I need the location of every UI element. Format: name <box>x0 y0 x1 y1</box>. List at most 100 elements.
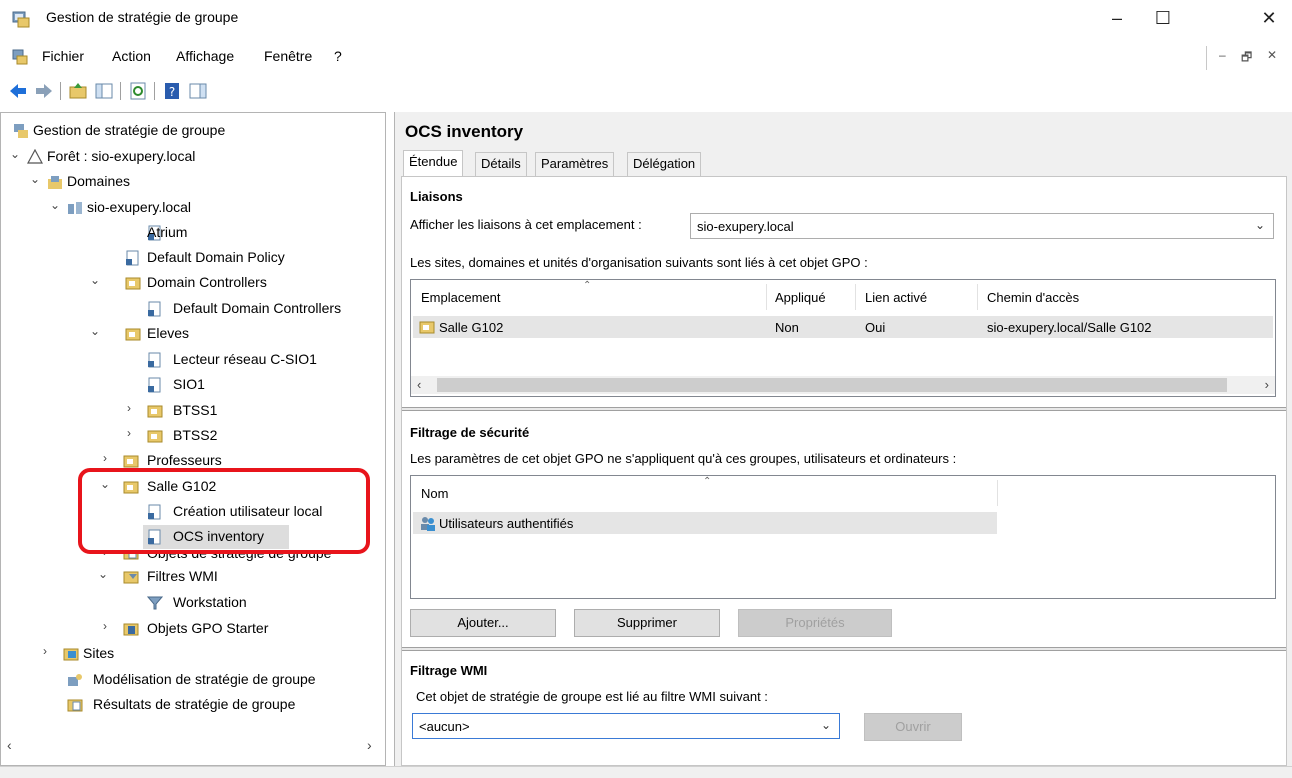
chevron-right-icon[interactable]: › <box>123 426 135 440</box>
close-button[interactable]: ✕ <box>1246 0 1292 36</box>
chevron-right-icon[interactable]: › <box>99 619 111 633</box>
mdi-minimize-button[interactable]: – <box>1219 48 1226 62</box>
table-row[interactable]: Utilisateurs authentifiés <box>413 512 997 534</box>
show-links-label: Afficher les liaisons à cet emplacement … <box>410 217 642 232</box>
horizontal-scrollbar[interactable]: ‹ › <box>411 376 1275 394</box>
chevron-down-icon[interactable]: ⌄ <box>99 477 111 491</box>
security-listview: ⌃ Nom Utilisateurs authentifiés <box>410 475 1276 599</box>
chevron-down-icon[interactable]: ⌄ <box>89 273 101 287</box>
tree-item-modelisation[interactable]: Modélisation de stratégie de groupe <box>61 668 377 692</box>
tree-root[interactable]: Gestion de stratégie de groupe <box>9 119 379 143</box>
links-description: Les sites, domaines et unités d'organisa… <box>410 255 868 270</box>
tab-details[interactable]: Détails <box>475 152 527 176</box>
chevron-down-icon[interactable]: ⌄ <box>9 147 21 161</box>
tree-item-ocs-inventory[interactable]: OCS inventory <box>143 525 289 549</box>
mdi-restore-button[interactable]: 🗗 <box>1241 48 1252 69</box>
tree-item-btss2[interactable]: › BTSS2 <box>123 424 373 448</box>
minimize-button[interactable]: – <box>1094 0 1140 36</box>
column-nom[interactable]: Nom <box>421 486 448 501</box>
section-splitter[interactable] <box>402 407 1286 411</box>
mdi-controls: – 🗗 ✕ <box>1206 46 1286 70</box>
wmi-filter-dropdown[interactable]: <aucun> ⌄ <box>412 713 840 739</box>
back-arrow-icon[interactable] <box>8 81 28 101</box>
sort-ascending-icon: ⌃ <box>583 280 592 291</box>
chevron-right-icon[interactable]: › <box>123 401 135 415</box>
cell-applique: Non <box>775 320 799 335</box>
tree-item-professeurs[interactable]: › Professeurs <box>99 449 379 473</box>
refresh-icon[interactable] <box>128 81 148 101</box>
toolbar-separator <box>120 82 121 100</box>
menu-fenetre[interactable]: Fenêtre <box>264 48 312 64</box>
scroll-right-arrow[interactable]: › <box>367 737 372 753</box>
menu-help[interactable]: ? <box>334 48 342 64</box>
tree-item-default-domain-controllers[interactable]: Default Domain Controllers <box>147 297 381 321</box>
chevron-right-icon[interactable]: › <box>99 551 111 559</box>
document-icon[interactable] <box>12 49 28 65</box>
ou-folder-icon <box>125 277 141 290</box>
ou-folder-icon <box>147 430 163 443</box>
show-hide-tree-icon[interactable] <box>94 81 114 101</box>
chevron-down-icon[interactable]: ⌄ <box>89 324 101 338</box>
tab-etendue[interactable]: Étendue <box>403 150 464 177</box>
scroll-left-arrow[interactable]: ‹ <box>417 377 421 392</box>
help-icon[interactable]: ? <box>162 81 182 101</box>
menu-action[interactable]: Action <box>112 48 151 64</box>
show-action-pane-icon[interactable] <box>188 81 208 101</box>
cell-emplacement: Salle G102 <box>439 320 504 335</box>
column-separator[interactable] <box>766 284 767 310</box>
users-group-icon <box>421 517 435 531</box>
wmi-filter-folder-icon <box>123 571 139 584</box>
properties-button[interactable]: Propriétés <box>738 609 892 637</box>
mdi-close-button[interactable]: ✕ <box>1267 48 1277 62</box>
tree-item-salle-g102[interactable]: ⌄ Salle G102 <box>99 475 379 499</box>
chevron-right-icon[interactable]: › <box>39 644 51 658</box>
links-location-dropdown[interactable]: sio-exupery.local ⌄ <box>690 213 1274 239</box>
column-chemin[interactable]: Chemin d'accès <box>987 290 1079 305</box>
chevron-down-icon[interactable]: ⌄ <box>29 172 41 186</box>
tab-delegation[interactable]: Délégation <box>627 152 702 176</box>
scroll-right-arrow[interactable]: › <box>1265 377 1269 392</box>
forward-arrow-icon[interactable] <box>34 81 54 101</box>
open-button[interactable]: Ouvrir <box>864 713 962 741</box>
chevron-down-icon: ⌄ <box>820 718 831 732</box>
remove-button[interactable]: Supprimer <box>574 609 720 637</box>
chevron-down-icon[interactable]: ⌄ <box>97 567 109 581</box>
tree-item-domain[interactable]: ⌄ sio-exupery.local <box>49 196 369 220</box>
chevron-down-icon[interactable]: ⌄ <box>49 198 61 212</box>
tab-parametres[interactable]: Paramètres <box>535 152 615 176</box>
tree-item-sites[interactable]: › Sites <box>39 642 369 666</box>
column-separator[interactable] <box>977 284 978 310</box>
tree-item-btss1[interactable]: › BTSS1 <box>123 399 373 423</box>
scroll-left-arrow[interactable]: ‹ <box>7 737 12 753</box>
tree-item-creation-utilisateur[interactable]: Création utilisateur local <box>147 500 375 524</box>
maximize-button[interactable]: ☐ <box>1140 0 1186 36</box>
tree-item-domains[interactable]: ⌄ Domaines <box>29 170 369 194</box>
tree-item-workstation[interactable]: Workstation <box>147 591 381 615</box>
tree-item-forest[interactable]: ⌄ Forêt : sio-exupery.local <box>9 145 379 169</box>
tree-item-resultats[interactable]: Résultats de stratégie de groupe <box>61 693 377 717</box>
chevron-right-icon[interactable]: › <box>99 451 111 465</box>
add-button[interactable]: Ajouter... <box>410 609 556 637</box>
tree-item-lecteur[interactable]: Lecteur réseau C-SIO1 <box>147 348 381 372</box>
column-separator[interactable] <box>855 284 856 310</box>
up-folder-icon[interactable] <box>68 81 88 101</box>
tree-item-eleves[interactable]: ⌄ Eleves <box>89 322 379 346</box>
section-filtrage-wmi: Filtrage WMI <box>410 663 488 678</box>
tree-item-objets-starter[interactable]: › Objets GPO Starter <box>99 617 379 641</box>
tree-item-sio1[interactable]: SIO1 <box>147 373 381 397</box>
column-applique[interactable]: Appliqué <box>775 290 826 305</box>
menu-fichier[interactable]: Fichier <box>42 48 84 64</box>
column-emplacement[interactable]: Emplacement <box>421 290 500 305</box>
svg-text:?: ? <box>169 85 175 99</box>
toolbar-separator <box>154 82 155 100</box>
table-row[interactable]: Salle G102 Non Oui sio-exupery.local/Sal… <box>413 316 1273 338</box>
tree-item-default-domain-policy[interactable]: Default Domain Policy <box>125 246 375 270</box>
tree-item-objets-strategie[interactable]: › Objets de stratégie de groupe <box>99 551 379 565</box>
scrollbar-thumb[interactable] <box>437 378 1227 392</box>
menu-affichage[interactable]: Affichage <box>176 48 234 64</box>
tree-item-domain-controllers[interactable]: ⌄ Domain Controllers <box>89 271 379 295</box>
column-lien-active[interactable]: Lien activé <box>865 290 927 305</box>
column-separator[interactable] <box>997 480 998 506</box>
tree-item-filtres-wmi[interactable]: ⌄ Filtres WMI <box>89 565 379 589</box>
section-splitter[interactable] <box>402 647 1286 651</box>
